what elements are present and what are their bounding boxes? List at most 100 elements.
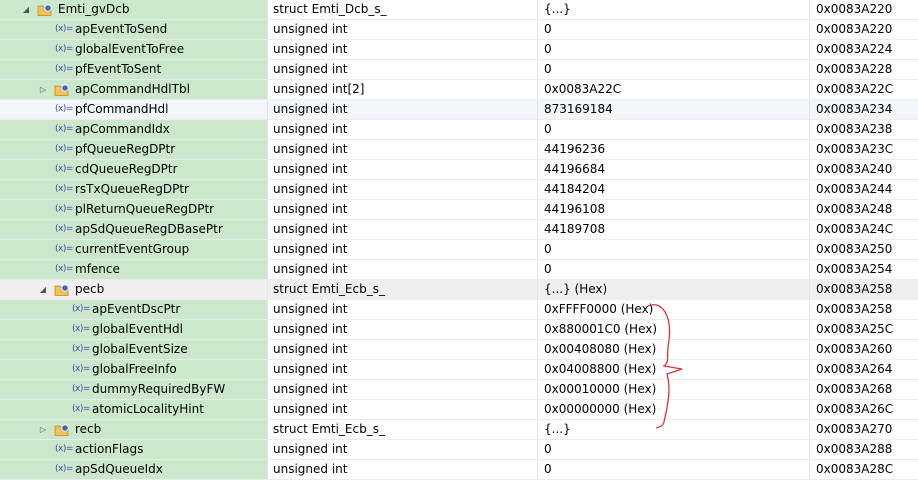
variable-name: pfEventToSent	[75, 62, 162, 76]
value-cell[interactable]: 0	[538, 260, 810, 279]
value-cell[interactable]: 44189708	[538, 220, 810, 239]
name-cell[interactable]: ▷ apCommandHdlTbl	[0, 80, 268, 99]
name-cell[interactable]: (x)= pfCommandHdl	[0, 100, 268, 119]
name-cell[interactable]: (x)= apEventDscPtr	[0, 300, 268, 319]
value-cell[interactable]: 44196108	[538, 200, 810, 219]
address-cell: 0x0083A244	[810, 180, 918, 199]
value-cell[interactable]: 0	[538, 240, 810, 259]
struct-icon	[54, 84, 69, 96]
value-cell[interactable]: 0	[538, 120, 810, 139]
value-cell[interactable]: 0	[538, 440, 810, 459]
collapsed-triangle-icon[interactable]: ▷	[38, 420, 48, 439]
name-cell[interactable]: (x)= currentEventGroup	[0, 240, 268, 259]
value-cell[interactable]: 44196236	[538, 140, 810, 159]
value-cell[interactable]: 0x0083A22C	[538, 80, 810, 99]
value-cell[interactable]: 0	[538, 460, 810, 479]
name-cell[interactable]: (x)= pfEventToSent	[0, 60, 268, 79]
table-row[interactable]: (x)= globalEventHdl unsigned int 0x880001C0…	[0, 320, 918, 340]
name-cell[interactable]: (x)= globalFreeInfo	[0, 360, 268, 379]
variable-name: apEventToSend	[75, 22, 168, 36]
name-cell[interactable]: (x)= globalEventSize	[0, 340, 268, 359]
address-cell: 0x0083A238	[810, 120, 918, 139]
table-row[interactable]: (x)= globalEventToFree unsigned int 0 0x0083…	[0, 40, 918, 60]
address-cell: 0x0083A248	[810, 200, 918, 219]
value-cell[interactable]: 0x00010000 (Hex)	[538, 380, 810, 399]
table-row[interactable]: (x)= actionFlags unsigned int 0 0x0083A288	[0, 440, 918, 460]
table-row[interactable]: (x)= apSdQueueRegDBasePtr unsigned int 4418…	[0, 220, 918, 240]
value-cell[interactable]: 0	[538, 40, 810, 59]
address-cell: 0x0083A240	[810, 160, 918, 179]
value-cell[interactable]: 0xFFFF0000 (Hex)	[538, 300, 810, 319]
value-cell[interactable]: 0	[538, 60, 810, 79]
table-row[interactable]: (x)= apEventDscPtr unsigned int 0xFFFF0000 …	[0, 300, 918, 320]
table-row[interactable]: ◢ Emti_gvDcb struct Emti_Dcb_s_ {...} 0x0083…	[0, 0, 918, 20]
variable-name: recb	[75, 422, 102, 436]
type-cell: unsigned int	[268, 460, 538, 479]
name-cell[interactable]: (x)= cdQueueRegDPtr	[0, 160, 268, 179]
value-cell[interactable]: 0x880001C0 (Hex)	[538, 320, 810, 339]
table-row[interactable]: (x)= pfCommandHdl unsigned int 873169184 0x0…	[0, 100, 918, 120]
collapsed-triangle-icon[interactable]: ▷	[38, 80, 48, 99]
table-row[interactable]: ▷ apCommandHdlTbl unsigned int[2] 0x0083A22…	[0, 80, 918, 100]
name-cell[interactable]: (x)= globalEventHdl	[0, 320, 268, 339]
value-cell[interactable]: 0	[538, 20, 810, 39]
struct-icon	[37, 4, 52, 16]
variable-icon: (x)=	[72, 404, 90, 414]
value-cell[interactable]: 873169184	[538, 100, 810, 119]
table-row[interactable]: (x)= plReturnQueueRegDPtr unsigned int 4419…	[0, 200, 918, 220]
value-cell[interactable]: 0x04008800 (Hex)	[538, 360, 810, 379]
table-row[interactable]: (x)= rsTxQueueRegDPtr unsigned int 44184204…	[0, 180, 918, 200]
name-cell[interactable]: (x)= rsTxQueueRegDPtr	[0, 180, 268, 199]
name-cell[interactable]: (x)= atomicLocalityHint	[0, 400, 268, 419]
table-row[interactable]: (x)= dummyRequiredByFW unsigned int 0x00010…	[0, 380, 918, 400]
value-cell[interactable]: {...}	[538, 0, 810, 19]
table-row[interactable]: ▷ recb struct Emti_Ecb_s_ {...} 0x0083A270	[0, 420, 918, 440]
table-row[interactable]: (x)= apSdQueueIdx unsigned int 0 0x0083A28C	[0, 460, 918, 480]
table-row[interactable]: (x)= globalEventSize unsigned int 0x0040808…	[0, 340, 918, 360]
address-cell: 0x0083A234	[810, 100, 918, 119]
table-row[interactable]: (x)= cdQueueRegDPtr unsigned int 44196684 0x…	[0, 160, 918, 180]
table-row[interactable]: (x)= currentEventGroup unsigned int 0 0x0083…	[0, 240, 918, 260]
table-row[interactable]: (x)= mfence unsigned int 0 0x0083A254	[0, 260, 918, 280]
name-cell[interactable]: (x)= apSdQueueIdx	[0, 460, 268, 479]
table-row[interactable]: (x)= atomicLocalityHint unsigned int 0x0000…	[0, 400, 918, 420]
table-row[interactable]: ◢ pecb struct Emti_Ecb_s_ {...} (Hex) 0x0083…	[0, 280, 918, 300]
name-cell[interactable]: (x)= pfQueueRegDPtr	[0, 140, 268, 159]
address-cell: 0x0083A258	[810, 280, 918, 299]
name-cell[interactable]: (x)= apSdQueueRegDBasePtr	[0, 220, 268, 239]
value-cell[interactable]: 0x00408080 (Hex)	[538, 340, 810, 359]
name-cell[interactable]: (x)= apCommandIdx	[0, 120, 268, 139]
value-cell[interactable]: {...} (Hex)	[538, 280, 810, 299]
expanded-triangle-icon[interactable]: ◢	[21, 0, 31, 19]
type-cell: unsigned int	[268, 200, 538, 219]
name-cell[interactable]: (x)= actionFlags	[0, 440, 268, 459]
value-cell[interactable]: {...}	[538, 420, 810, 439]
name-cell[interactable]: (x)= plReturnQueueRegDPtr	[0, 200, 268, 219]
value-cell[interactable]: 44196684	[538, 160, 810, 179]
variables-tree-table[interactable]: ◢ Emti_gvDcb struct Emti_Dcb_s_ {...} 0x0083…	[0, 0, 918, 480]
variable-name: actionFlags	[75, 442, 144, 456]
expanded-triangle-icon[interactable]: ◢	[38, 280, 48, 299]
name-cell[interactable]: (x)= dummyRequiredByFW	[0, 380, 268, 399]
table-row[interactable]: (x)= globalFreeInfo unsigned int 0x04008800…	[0, 360, 918, 380]
value-cell[interactable]: 0x00000000 (Hex)	[538, 400, 810, 419]
name-cell[interactable]: (x)= globalEventToFree	[0, 40, 268, 59]
value-cell[interactable]: 44184204	[538, 180, 810, 199]
name-cell[interactable]: ◢ Emti_gvDcb	[0, 0, 268, 19]
table-row[interactable]: (x)= pfQueueRegDPtr unsigned int 44196236 0x…	[0, 140, 918, 160]
table-row[interactable]: (x)= apEventToSend unsigned int 0 0x0083A220	[0, 20, 918, 40]
name-cell[interactable]: ▷ recb	[0, 420, 268, 439]
type-cell: unsigned int	[268, 20, 538, 39]
variable-icon: (x)=	[55, 44, 73, 54]
table-row[interactable]: (x)= apCommandIdx unsigned int 0 0x0083A238	[0, 120, 918, 140]
name-cell[interactable]: ◢ pecb	[0, 280, 268, 299]
struct-icon	[54, 284, 69, 296]
name-cell[interactable]: (x)= apEventToSend	[0, 20, 268, 39]
table-row[interactable]: (x)= pfEventToSent unsigned int 0 0x0083A228	[0, 60, 918, 80]
address-cell: 0x0083A250	[810, 240, 918, 259]
variable-icon: (x)=	[72, 344, 90, 354]
name-cell[interactable]: (x)= mfence	[0, 260, 268, 279]
address-cell: 0x0083A220	[810, 0, 918, 19]
variable-icon: (x)=	[72, 324, 90, 334]
variable-name: apCommandIdx	[75, 122, 170, 136]
